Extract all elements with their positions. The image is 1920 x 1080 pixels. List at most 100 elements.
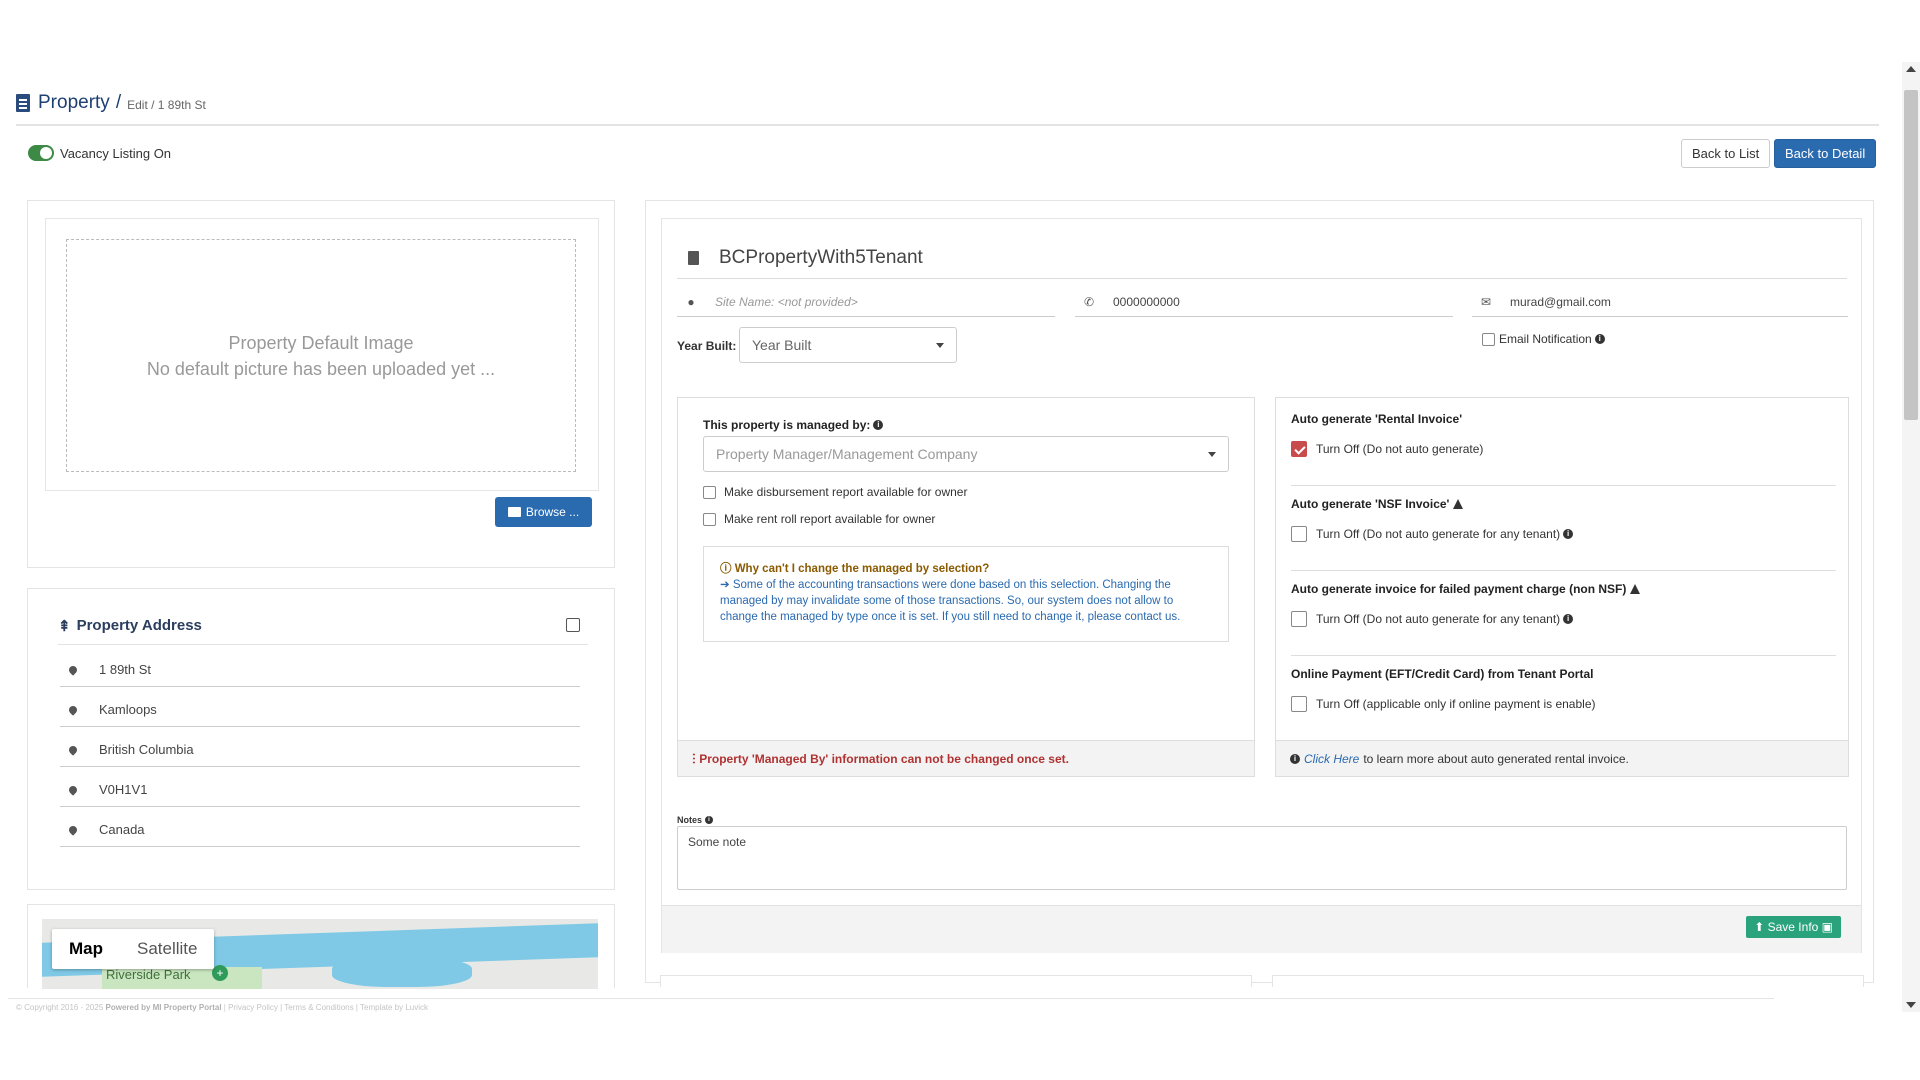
nsf-invoice-setting: Auto generate 'NSF Invoice' Turn Off (Do…: [1291, 497, 1836, 542]
rental-invoice-label: Turn Off (Do not auto generate): [1316, 442, 1484, 456]
save-info-button[interactable]: ⬆ Save Info ▣: [1746, 916, 1841, 938]
save-bar: ⬆ Save Info ▣: [662, 905, 1861, 953]
map-pin-icon: [67, 703, 79, 716]
disbursement-option: Make disbursement report available for o…: [703, 485, 967, 499]
map-panel: Riverside Park + Map Satellite: [27, 904, 615, 989]
managed-by-warning: Property 'Managed By' information can no…: [699, 751, 1069, 766]
property-name[interactable]: BCPropertyWith5Tenant: [719, 247, 923, 269]
address-line-postal: V0H1V1: [60, 773, 580, 807]
nsf-invoice-title: Auto generate 'NSF Invoice': [1291, 497, 1450, 511]
vacancy-toggle-switch[interactable]: [28, 145, 54, 161]
address-line-city: Kamloops: [60, 693, 580, 727]
footer-links[interactable]: | Privacy Policy | Terms & Conditions |: [224, 1003, 358, 1012]
next-section-stub: [660, 975, 1252, 987]
online-payment-setting: Online Payment (EFT/Credit Card) from Te…: [1291, 667, 1836, 712]
page: Property / Edit / 1 89th St Vacancy List…: [0, 0, 1920, 1080]
arrow-right-icon: ➔: [720, 579, 733, 591]
map-pin-icon: [67, 783, 79, 796]
info-icon[interactable]: i: [705, 816, 714, 824]
email-notification-checkbox[interactable]: [1482, 332, 1495, 346]
tab-map[interactable]: Map: [52, 929, 120, 969]
nsf-invoice-option: Turn Off (Do not auto generate for any t…: [1291, 526, 1836, 542]
click-here-link[interactable]: Click Here: [1304, 752, 1359, 766]
info-icon[interactable]: i: [1563, 614, 1574, 624]
scroll-down-arrow-icon[interactable]: [1906, 1002, 1916, 1008]
image-dropzone: Property Default Image No default pictur…: [66, 239, 576, 472]
address-line-province: British Columbia: [60, 733, 580, 767]
managed-by-select[interactable]: Property Manager/Management Company: [703, 436, 1229, 472]
arrow-up-icon: ⬆: [1754, 920, 1768, 934]
rental-invoice-setting: Auto generate 'Rental Invoice' Turn Off …: [1291, 412, 1836, 457]
notes-label: Notes: [677, 815, 703, 825]
next-section-stub: [1272, 975, 1864, 987]
managed-by-title: This property is managed by:: [703, 418, 871, 432]
divider: [1291, 485, 1836, 486]
map-pin-icon: ●: [687, 294, 695, 309]
rent-roll-checkbox[interactable]: [703, 512, 716, 526]
online-payment-title: Online Payment (EFT/Credit Card) from Te…: [1291, 667, 1594, 681]
help-question: Why can't I change the managed by select…: [734, 563, 990, 575]
info-icon[interactable]: i: [1594, 334, 1605, 344]
default-image-panel: Property Default Image No default pictur…: [27, 200, 615, 568]
managed-by-placeholder: Property Manager/Management Company: [716, 446, 978, 462]
disbursement-label: Make disbursement report available for o…: [724, 485, 968, 499]
nsf-invoice-label: Turn Off (Do not auto generate for any t…: [1316, 527, 1561, 541]
divider: [1291, 655, 1836, 656]
managed-by-help-box: ⓘ Why can't I change the managed by sele…: [703, 546, 1229, 642]
property-info-panel: BCPropertyWith5Tenant ● Site Name: <not …: [645, 200, 1874, 983]
phone-field[interactable]: ✆ 0000000000: [1075, 287, 1453, 317]
failed-payment-checkbox[interactable]: [1291, 611, 1307, 627]
email-field[interactable]: ✉ murad@gmail.com: [1472, 287, 1848, 317]
online-payment-label: Turn Off (applicable only if online paym…: [1316, 697, 1596, 711]
powered-by-link[interactable]: Powered by MI Property Portal: [106, 1003, 222, 1012]
address-line-country: Canada: [60, 813, 580, 847]
image-title: Property Default Image: [228, 332, 414, 353]
failed-payment-title: Auto generate invoice for failed payment…: [1291, 582, 1627, 596]
back-to-detail-button[interactable]: Back to Detail: [1774, 139, 1877, 168]
managed-by-section: This property is managed by: i Property …: [677, 397, 1255, 777]
year-built-select[interactable]: Year Built: [739, 327, 957, 363]
notes-label-row: Notes i: [677, 815, 714, 825]
vertical-scrollbar[interactable]: [1902, 62, 1920, 1012]
building-icon: [16, 94, 30, 112]
scroll-up-arrow-icon[interactable]: [1906, 66, 1916, 72]
question-icon: ⓘ: [720, 563, 735, 575]
site-name-placeholder: Site Name: <not provided>: [715, 294, 858, 309]
map-view[interactable]: Riverside Park + Map Satellite: [42, 919, 598, 989]
tab-satellite[interactable]: Satellite: [120, 929, 214, 969]
failed-payment-setting: Auto generate invoice for failed payment…: [1291, 582, 1836, 627]
info-icon[interactable]: i: [873, 420, 884, 430]
scrollbar-thumb[interactable]: [1904, 90, 1918, 420]
page-footer: © Copyright 2016 - 2025 Powered by MI Pr…: [8, 998, 1774, 1014]
info-icon: i: [1290, 753, 1300, 764]
property-name-row: BCPropertyWith5Tenant: [677, 237, 1847, 279]
image-subtitle: No default picture has been uploaded yet…: [146, 358, 496, 379]
email-notification-label: Email Notification: [1499, 332, 1592, 346]
notes-textarea[interactable]: Some note: [677, 826, 1847, 890]
copyright-text: © Copyright 2016 - 2025: [16, 1003, 104, 1012]
page-title: Property: [38, 92, 110, 113]
address-line-text: 1 89th St: [99, 662, 152, 677]
info-icon[interactable]: i: [1563, 529, 1574, 539]
auto-generate-footer: i Click Here to learn more about auto ge…: [1276, 740, 1848, 776]
year-built-value: Year Built: [752, 337, 812, 353]
edit-icon[interactable]: [566, 618, 580, 632]
browse-button[interactable]: Browse ...: [495, 497, 592, 527]
online-payment-option: Turn Off (applicable only if online paym…: [1291, 696, 1836, 712]
browse-label: Browse ...: [525, 505, 580, 519]
site-name-field[interactable]: ● Site Name: <not provided>: [677, 287, 1055, 317]
floppy-disk-icon: ▣: [1818, 920, 1833, 934]
online-payment-checkbox[interactable]: [1291, 696, 1307, 712]
envelope-icon: ✉: [1480, 294, 1492, 309]
nsf-invoice-checkbox[interactable]: [1291, 526, 1307, 542]
managed-by-title-row: This property is managed by: i: [703, 418, 884, 432]
warning-icon: [1453, 499, 1464, 509]
help-question-row: ⓘ Why can't I change the managed by sele…: [720, 561, 1212, 577]
rental-invoice-checkbox[interactable]: [1291, 441, 1307, 457]
disbursement-checkbox[interactable]: [703, 485, 716, 499]
chevron-down-icon: [1208, 452, 1216, 457]
vacancy-listing-toggle-row: Vacancy Listing On: [28, 145, 171, 161]
back-to-list-button[interactable]: Back to List: [1681, 139, 1771, 168]
chevron-down-icon: [936, 343, 944, 348]
divider: [1291, 570, 1836, 571]
